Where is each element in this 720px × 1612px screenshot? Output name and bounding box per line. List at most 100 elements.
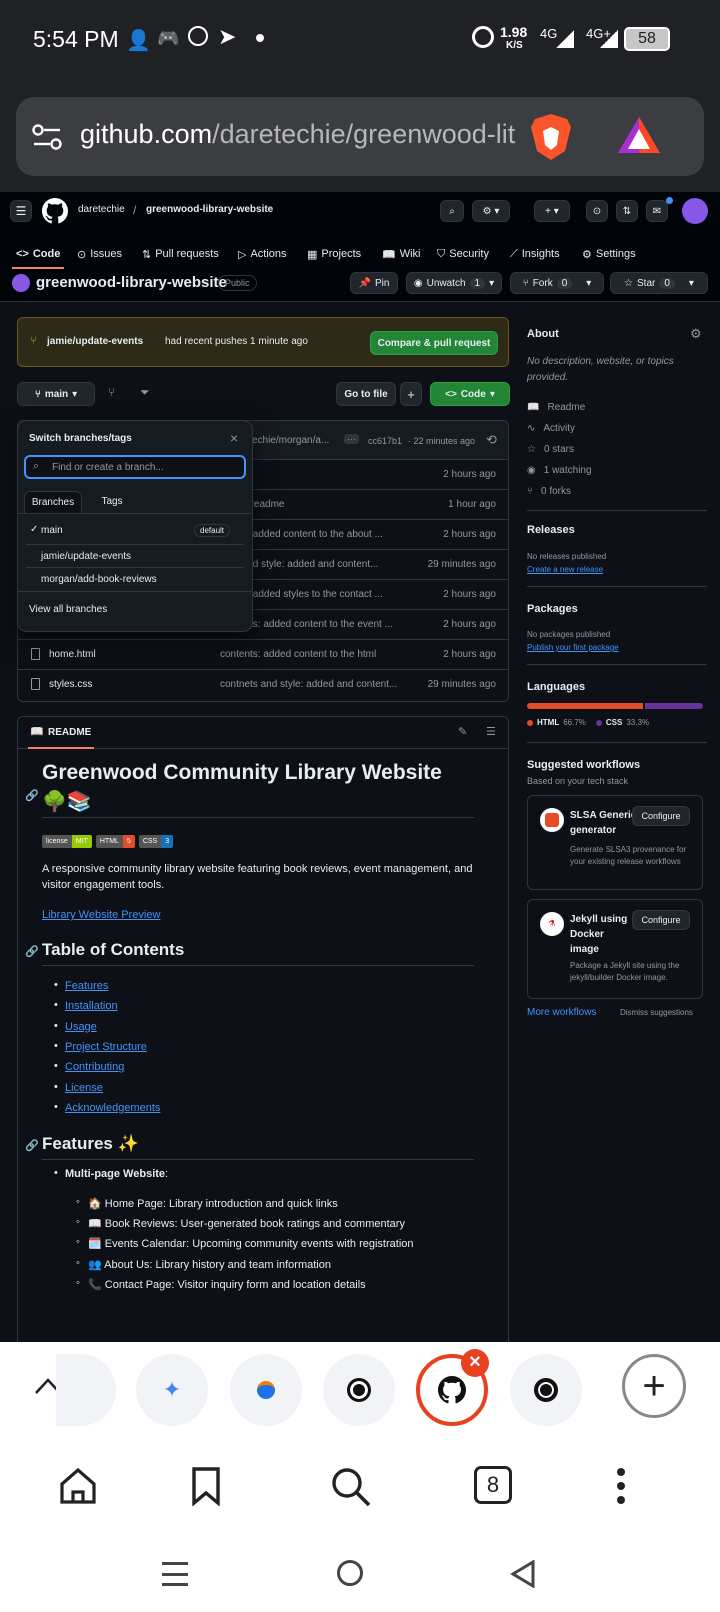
github-logo-icon[interactable]	[42, 198, 68, 224]
tag-icon[interactable]: ⏷	[140, 385, 150, 400]
file-commit-message[interactable]: contnets and style: added and content...	[220, 679, 397, 690]
tab-pull-requests[interactable]: ⇅ Pull requests	[142, 244, 219, 264]
tab-app[interactable]	[230, 1354, 302, 1426]
tab-web[interactable]	[323, 1354, 395, 1426]
go-to-file-button[interactable]: Go to file	[336, 382, 396, 406]
toc-link[interactable]: Project Structure	[65, 1041, 147, 1053]
toc-link[interactable]: Features	[65, 980, 108, 992]
ellipsis-button[interactable]: ···	[344, 434, 359, 444]
about-stars[interactable]: ☆ 0 stars	[527, 444, 574, 455]
branch-select-button[interactable]: ⑂ main ▾	[17, 382, 95, 406]
tab-issues[interactable]: ⊙ Issues	[77, 244, 122, 264]
about-readme[interactable]: 📖 Readme	[527, 402, 585, 413]
preview-image-link[interactable]: Library Website Preview	[42, 909, 160, 921]
packages-heading[interactable]: Packages	[527, 603, 578, 615]
history-icon[interactable]: ⟲	[486, 432, 497, 448]
tab-branches[interactable]: Branches	[24, 491, 82, 513]
tab-gemini[interactable]: ✦	[136, 1354, 208, 1426]
about-activity[interactable]: ∿ Activity	[527, 423, 575, 434]
repo-title[interactable]: greenwood-library-website	[36, 274, 227, 291]
brave-shields-icon[interactable]	[529, 113, 573, 161]
url-text[interactable]: github.com/daretechie/greenwood-lit	[80, 119, 540, 150]
site-settings-icon[interactable]	[32, 123, 62, 151]
toc-link[interactable]: Installation	[65, 1000, 118, 1012]
view-all-branches-link[interactable]: View all branches	[29, 604, 107, 615]
tab-tags[interactable]: Tags	[92, 491, 132, 513]
brave-rewards-icon[interactable]	[616, 115, 662, 155]
breadcrumb-owner[interactable]: daretechie	[78, 204, 125, 215]
inbox-icon[interactable]: ✉	[646, 200, 668, 222]
badge[interactable]: HTML 5	[95, 835, 135, 848]
create-new-button[interactable]: + ▾	[534, 200, 570, 222]
commit-hash[interactable]: cc617b1	[368, 436, 402, 446]
publish-package-link[interactable]: Publish your first package	[527, 643, 619, 652]
tab-count-button[interactable]: 8	[474, 1466, 512, 1504]
commit-author[interactable]: echie/morgan/a...	[252, 435, 329, 446]
tab-insights[interactable]: ⟋ Insights	[510, 244, 560, 264]
toc-link[interactable]: Contributing	[65, 1061, 124, 1073]
toc-link[interactable]: License	[65, 1082, 103, 1094]
badge[interactable]: license MIT	[42, 835, 92, 848]
back-icon[interactable]	[510, 1560, 536, 1588]
toc-link[interactable]: Usage	[65, 1021, 97, 1033]
branch-search-input[interactable]: ⌕ Find or create a branch...	[24, 455, 246, 479]
bookmark-icon[interactable]	[190, 1466, 222, 1506]
anchor-link-icon[interactable]: 🔗	[25, 789, 39, 802]
tab-actions[interactable]: ▷ Actions	[238, 244, 287, 264]
anchor-link-icon[interactable]: 🔗	[25, 1139, 39, 1152]
home-icon[interactable]	[58, 1466, 98, 1506]
menu-button[interactable]: ☰	[10, 200, 32, 222]
unwatch-button[interactable]: ◉ Unwatch 1 ▾	[406, 272, 502, 294]
gear-icon[interactable]: ⚙	[690, 326, 702, 342]
avatar[interactable]	[682, 198, 708, 224]
outline-icon[interactable]: ☰	[486, 725, 496, 738]
code-button[interactable]: <> Code ▾	[430, 382, 510, 406]
badge[interactable]: CSS 3	[138, 835, 174, 848]
about-watching[interactable]: ◉ 1 watching	[527, 465, 592, 476]
anchor-link-icon[interactable]: 🔗	[25, 945, 39, 958]
file-commit-message[interactable]: contents: added content to the html	[220, 649, 376, 660]
configure-button[interactable]: Configure	[632, 806, 690, 826]
close-icon[interactable]: ×	[230, 430, 238, 446]
tab-wiki[interactable]: 📖 Wiki	[382, 244, 420, 264]
releases-heading[interactable]: Releases	[527, 524, 575, 536]
fork-button[interactable]: ⑂ Fork 0 ▾	[510, 272, 604, 294]
home-nav-icon[interactable]	[337, 1560, 363, 1586]
tab-code[interactable]: <> Code	[16, 244, 60, 264]
pin-button[interactable]: 📌 Pin	[350, 272, 398, 294]
branches-icon[interactable]: ⑂	[108, 385, 115, 399]
recents-icon[interactable]	[162, 1562, 188, 1586]
tab-projects[interactable]: ▦ Projects	[307, 244, 361, 264]
address-bar[interactable]: github.com/daretechie/greenwood-lit	[16, 97, 704, 176]
search-icon[interactable]	[330, 1466, 372, 1508]
dismiss-suggestions-link[interactable]: Dismiss suggestions	[620, 1008, 693, 1017]
more-options-icon[interactable]	[617, 1468, 625, 1504]
pull-requests-icon[interactable]: ⇅	[616, 200, 638, 222]
create-release-link[interactable]: Create a new release	[527, 565, 603, 574]
new-tab-button[interactable]: +	[622, 1354, 686, 1418]
language-item[interactable]: HTML 66.7%	[527, 718, 586, 727]
issues-icon[interactable]: ⊙	[586, 200, 608, 222]
search-button[interactable]: ⌕	[440, 200, 464, 222]
toc-link[interactable]: Acknowledgements	[65, 1102, 160, 1114]
file-name[interactable]: home.html	[49, 649, 96, 660]
breadcrumb-repo[interactable]: greenwood-library-website	[146, 204, 273, 215]
branch-item-main[interactable]: ✓ main default	[26, 520, 244, 542]
edit-icon[interactable]: ✎	[458, 725, 467, 738]
tab-security[interactable]: ⛉ Security	[437, 244, 489, 264]
tab-settings[interactable]: ⚙ Settings	[582, 244, 636, 264]
tab-chatgpt[interactable]	[510, 1354, 582, 1426]
readme-tab[interactable]: README	[48, 727, 91, 738]
more-workflows-link[interactable]: More workflows	[527, 1007, 596, 1018]
close-tab-icon[interactable]: ×	[461, 1349, 489, 1377]
language-item[interactable]: CSS 33.3%	[595, 718, 649, 727]
table-row[interactable]: styles.css contnets and style: added and …	[18, 669, 508, 699]
add-file-button[interactable]: +	[400, 382, 422, 406]
star-button[interactable]: ☆ Star 0 ▾	[610, 272, 708, 294]
configure-button[interactable]: Configure	[632, 910, 690, 930]
about-forks[interactable]: ⑂ 0 forks	[527, 486, 571, 497]
file-name[interactable]: styles.css	[49, 679, 92, 690]
copilot-button[interactable]: ⚙ ▾	[472, 200, 510, 222]
branch-item[interactable]: jamie/update-events	[26, 544, 244, 566]
table-row[interactable]: home.html contents: added content to the …	[18, 639, 508, 669]
